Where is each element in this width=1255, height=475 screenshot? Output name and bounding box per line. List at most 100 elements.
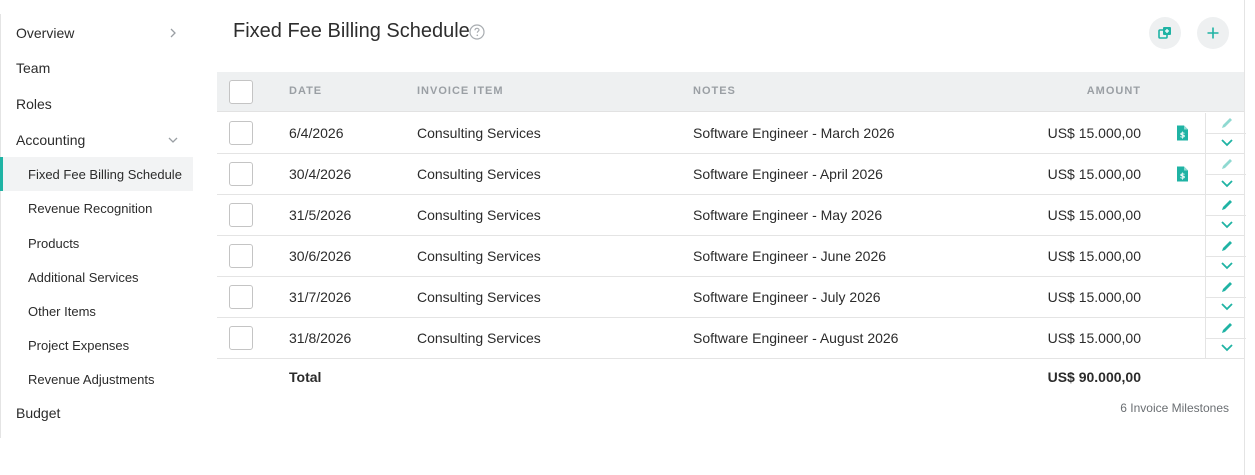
pencil-icon[interactable] xyxy=(1220,198,1234,212)
sidebar-item-project-expenses[interactable]: Project Expenses xyxy=(0,328,193,362)
chevron-down-icon[interactable] xyxy=(1220,138,1234,148)
row-checkbox[interactable] xyxy=(229,121,253,145)
actions-divider xyxy=(1206,338,1246,339)
sidebar-item-roles[interactable]: Roles xyxy=(0,87,193,121)
sidebar-item-label: Revenue Recognition xyxy=(28,200,153,216)
row-invoice-item: Consulting Services xyxy=(417,166,541,182)
actions-divider xyxy=(1206,174,1246,175)
row-invoice-item: Consulting Services xyxy=(417,330,541,346)
row-amount: US$ 15.000,00 xyxy=(1047,166,1141,182)
question-circle-icon[interactable] xyxy=(469,24,485,40)
milestone-count: 6 Invoice Milestones xyxy=(1120,401,1229,415)
pencil-icon[interactable] xyxy=(1220,116,1234,130)
actions-divider xyxy=(1206,133,1246,134)
copy-schedule-button[interactable] xyxy=(1149,17,1181,49)
pencil-icon[interactable] xyxy=(1220,239,1234,253)
row-notes: Software Engineer - July 2026 xyxy=(693,289,881,305)
row-checkbox[interactable] xyxy=(229,326,253,350)
row-amount: US$ 15.000,00 xyxy=(1047,125,1141,141)
sidebar-item-label: Fixed Fee Billing Schedule xyxy=(28,166,182,182)
row-date: 6/4/2026 xyxy=(289,125,344,141)
total-amount: US$ 90.000,00 xyxy=(1047,369,1141,385)
sidebar-item-revenue-adjustments[interactable]: Revenue Adjustments xyxy=(0,362,193,396)
sidebar-item-budget[interactable]: Budget xyxy=(0,396,193,430)
column-header-invoice-item[interactable]: INVOICE ITEM xyxy=(417,85,504,97)
table-row[interactable]: 31/5/2026 Consulting Services Software E… xyxy=(217,195,1246,236)
row-actions xyxy=(1205,318,1246,359)
row-notes: Software Engineer - March 2026 xyxy=(693,125,895,141)
table-row[interactable]: 31/7/2026 Consulting Services Software E… xyxy=(217,277,1246,318)
chevron-down-icon[interactable] xyxy=(1220,302,1234,312)
row-date: 30/4/2026 xyxy=(289,166,352,182)
row-date: 31/7/2026 xyxy=(289,289,352,305)
sidebar-item-label: Overview xyxy=(16,25,75,41)
table-row[interactable]: 31/8/2026 Consulting Services Software E… xyxy=(217,318,1246,359)
column-header-amount[interactable]: AMOUNT xyxy=(1087,85,1141,97)
row-checkbox[interactable] xyxy=(229,162,253,186)
row-checkbox[interactable] xyxy=(229,203,253,227)
total-row: Total US$ 90.000,00 xyxy=(217,359,1245,395)
sidebar-item-overview[interactable]: Overview xyxy=(0,16,193,50)
row-amount: US$ 15.000,00 xyxy=(1047,207,1141,223)
column-header-notes[interactable]: NOTES xyxy=(693,85,736,97)
svg-text:$: $ xyxy=(1180,172,1186,181)
sidebar-item-label: Budget xyxy=(16,405,61,421)
sidebar-item-label: Accounting xyxy=(16,132,86,148)
row-checkbox[interactable] xyxy=(229,244,253,268)
sidebar-item-label: Revenue Adjustments xyxy=(28,371,155,387)
svg-text:$: $ xyxy=(1180,131,1186,140)
row-actions xyxy=(1205,154,1246,195)
chevron-down-icon[interactable] xyxy=(1220,220,1234,230)
actions-divider xyxy=(1206,297,1246,298)
sidebar-item-other-items[interactable]: Other Items xyxy=(0,294,193,328)
pencil-icon[interactable] xyxy=(1220,157,1234,171)
column-header-date[interactable]: DATE xyxy=(289,85,322,97)
row-actions xyxy=(1205,277,1246,318)
row-invoice-item: Consulting Services xyxy=(417,248,541,264)
invoice-document-icon[interactable]: $ xyxy=(1175,125,1189,141)
sidebar-item-products[interactable]: Products xyxy=(0,226,193,260)
sidebar-item-label: Additional Services xyxy=(28,269,139,285)
table-header: DATE INVOICE ITEM NOTES AMOUNT xyxy=(217,72,1245,112)
row-notes: Software Engineer - May 2026 xyxy=(693,207,883,223)
row-actions xyxy=(1205,113,1246,154)
add-milestone-button[interactable] xyxy=(1197,17,1229,49)
row-date: 30/6/2026 xyxy=(289,248,352,264)
chevron-down-icon[interactable] xyxy=(1220,179,1234,189)
chevron-down-icon[interactable] xyxy=(1220,343,1234,353)
row-notes: Software Engineer - June 2026 xyxy=(693,248,887,264)
row-actions xyxy=(1205,195,1246,236)
page-title: Fixed Fee Billing Schedule xyxy=(233,20,470,42)
sidebar-item-additional-services[interactable]: Additional Services xyxy=(0,260,193,294)
table-row[interactable]: 30/6/2026 Consulting Services Software E… xyxy=(217,236,1246,277)
invoice-document-icon[interactable]: $ xyxy=(1175,166,1189,182)
row-amount: US$ 15.000,00 xyxy=(1047,289,1141,305)
sidebar-item-label: Roles xyxy=(16,96,52,112)
row-notes: Software Engineer - August 2026 xyxy=(693,330,899,346)
row-invoice-item: Consulting Services xyxy=(417,125,541,141)
table-row[interactable]: 30/4/2026 Consulting Services Software E… xyxy=(217,154,1246,195)
row-date: 31/8/2026 xyxy=(289,330,352,346)
sidebar-item-label: Products xyxy=(28,235,80,251)
chevron-down-icon[interactable] xyxy=(1220,261,1234,271)
chevron-down-icon xyxy=(168,137,178,143)
select-all-checkbox[interactable] xyxy=(229,80,253,104)
sidebar-item-fixed-fee-billing-schedule[interactable]: Fixed Fee Billing Schedule xyxy=(0,157,193,191)
sidebar-item-accounting[interactable]: Accounting xyxy=(0,123,193,157)
pencil-icon[interactable] xyxy=(1220,280,1234,294)
row-invoice-item: Consulting Services xyxy=(417,207,541,223)
actions-divider xyxy=(1206,215,1246,216)
actions-divider xyxy=(1206,256,1246,257)
row-date: 31/5/2026 xyxy=(289,207,352,223)
pencil-icon[interactable] xyxy=(1220,321,1234,335)
content-right-border xyxy=(1244,0,1245,475)
sidebar-item-label: Other Items xyxy=(28,303,96,319)
sidebar-item-revenue-recognition[interactable]: Revenue Recognition xyxy=(0,191,193,225)
sidebar-item-label: Team xyxy=(16,60,51,76)
chevron-right-icon xyxy=(170,28,176,38)
sidebar: Overview Team Roles Accounting Fixed Fee… xyxy=(0,0,205,475)
sidebar-item-team[interactable]: Team xyxy=(0,51,193,85)
table-row[interactable]: 6/4/2026 Consulting Services Software En… xyxy=(217,113,1246,154)
row-checkbox[interactable] xyxy=(229,285,253,309)
row-amount: US$ 15.000,00 xyxy=(1047,248,1141,264)
